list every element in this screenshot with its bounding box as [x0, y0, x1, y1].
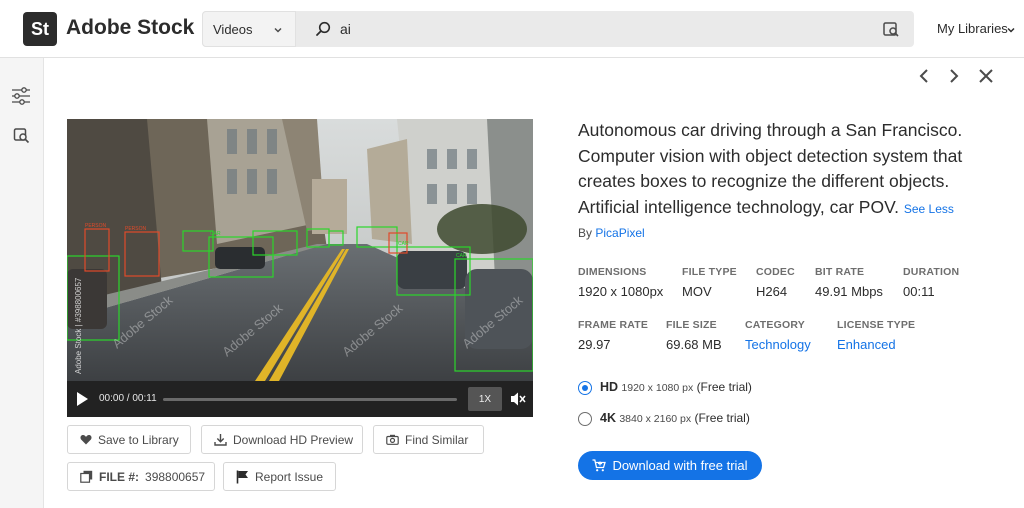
- bit-rate-label: BIT RATE: [815, 266, 865, 278]
- save-to-library-button[interactable]: Save to Library: [67, 425, 191, 454]
- search-input[interactable]: ai: [340, 21, 351, 37]
- file-copy-icon: [80, 470, 93, 483]
- close-icon[interactable]: [978, 68, 994, 84]
- frame-rate-label: FRAME RATE: [578, 319, 649, 331]
- search-type-label: Videos: [213, 21, 253, 37]
- logo-text: St: [31, 18, 49, 39]
- playback-scrubber[interactable]: [163, 398, 457, 401]
- author-link[interactable]: PicaPixel: [595, 226, 644, 240]
- playback-speed-button[interactable]: 1X: [468, 387, 502, 411]
- codec-value: H264: [756, 284, 788, 299]
- search-bar: Videos ai: [202, 11, 914, 47]
- adobe-stock-logo[interactable]: St: [23, 12, 57, 46]
- file-number-value: 398800657: [145, 469, 206, 484]
- cart-icon: [592, 459, 607, 472]
- bit-rate-value: 49.91 Mbps: [815, 284, 883, 299]
- detection-label: CAR: [456, 253, 467, 259]
- dimensions-value: 1920 x 1080px: [578, 284, 664, 299]
- video-preview[interactable]: PERSON PERSON CAR CAR CAR Adobe Stock | …: [67, 119, 533, 417]
- download-icon: [214, 434, 227, 446]
- camera-icon: [386, 434, 399, 445]
- license-type-link[interactable]: Enhanced: [837, 337, 896, 352]
- frame-rate-value: 29.97: [578, 337, 611, 352]
- download-preview-button[interactable]: Download HD Preview: [201, 425, 363, 454]
- chevron-down-icon[interactable]: [1006, 25, 1016, 35]
- 4k-radio[interactable]: [578, 412, 592, 426]
- playback-time: 00:00 / 00:11: [99, 393, 157, 404]
- report-issue-label: Report Issue: [255, 469, 324, 484]
- 4k-option[interactable]: 4K 3840 x 2160 px (Free trial): [600, 411, 750, 425]
- see-less-link[interactable]: See Less: [904, 202, 954, 216]
- hd-option[interactable]: HD 1920 x 1080 px (Free trial): [600, 380, 752, 394]
- license-type-label: LICENSE TYPE: [837, 319, 916, 331]
- download-free-trial-button[interactable]: Download with free trial: [578, 451, 762, 480]
- video-controls: 00:00 / 00:11 1X: [67, 381, 533, 417]
- file-number-box: FILE #: 398800657: [67, 462, 215, 491]
- video-frame: PERSON PERSON CAR CAR CAR Adobe Stock | …: [67, 119, 533, 381]
- hd-note: (Free trial): [696, 380, 752, 394]
- download-free-trial-label: Download with free trial: [612, 458, 748, 473]
- top-header: St Adobe Stock Videos ai My Libraries: [0, 0, 1024, 58]
- file-number-label: FILE #:: [99, 469, 140, 484]
- 4k-label: 4K: [600, 411, 616, 425]
- detection-label: PERSON: [85, 223, 107, 229]
- duration-label: DURATION: [903, 266, 960, 278]
- category-link[interactable]: Technology: [745, 337, 811, 352]
- search-icon: [316, 21, 331, 36]
- duration-value: 00:11: [903, 284, 935, 299]
- file-type-label: FILE TYPE: [682, 266, 737, 278]
- 4k-dimensions: 3840 x 2160 px: [619, 413, 692, 425]
- save-to-library-label: Save to Library: [98, 432, 179, 447]
- file-size-value: 69.68 MB: [666, 337, 722, 352]
- visual-search-icon[interactable]: [13, 127, 31, 145]
- search-type-dropdown[interactable]: Videos: [202, 11, 296, 47]
- previous-asset-icon[interactable]: [917, 68, 931, 84]
- heart-icon: [80, 435, 92, 445]
- category-label: CATEGORY: [745, 319, 805, 331]
- hd-dimensions: 1920 x 1080 px: [621, 382, 694, 394]
- watermark-id: Adobe Stock | #398800657: [74, 277, 83, 374]
- report-issue-button[interactable]: Report Issue: [223, 462, 336, 491]
- chevron-down-icon: [274, 27, 282, 33]
- brand-name[interactable]: Adobe Stock: [66, 16, 194, 40]
- hd-radio[interactable]: [578, 381, 592, 395]
- by-label: By: [578, 226, 593, 240]
- hd-label: HD: [600, 380, 619, 394]
- file-type-value: MOV: [682, 284, 712, 299]
- find-similar-label: Find Similar: [405, 432, 469, 447]
- visual-search-icon[interactable]: [882, 20, 900, 38]
- download-preview-label: Download HD Preview: [233, 432, 354, 447]
- next-asset-icon[interactable]: [947, 68, 961, 84]
- dimensions-label: DIMENSIONS: [578, 266, 647, 278]
- find-similar-button[interactable]: Find Similar: [373, 425, 484, 454]
- left-rail: [0, 58, 44, 508]
- asset-detail-panel: PERSON PERSON CAR CAR CAR Adobe Stock | …: [44, 58, 1024, 508]
- filters-icon[interactable]: [11, 87, 31, 105]
- detection-label: PERSON: [125, 226, 147, 232]
- author-byline: By PicaPixel: [578, 226, 645, 240]
- mute-icon[interactable]: [510, 391, 526, 407]
- detection-label: CAR: [210, 231, 221, 237]
- play-icon[interactable]: [75, 391, 89, 407]
- flag-icon: [236, 470, 248, 483]
- detection-label: CAR: [398, 241, 409, 247]
- my-libraries-menu[interactable]: My Libraries: [937, 21, 1008, 36]
- file-size-label: FILE SIZE: [666, 319, 717, 331]
- asset-description: Autonomous car driving through a San Fra…: [578, 118, 988, 222]
- codec-label: CODEC: [756, 266, 795, 278]
- 4k-note: (Free trial): [694, 411, 750, 425]
